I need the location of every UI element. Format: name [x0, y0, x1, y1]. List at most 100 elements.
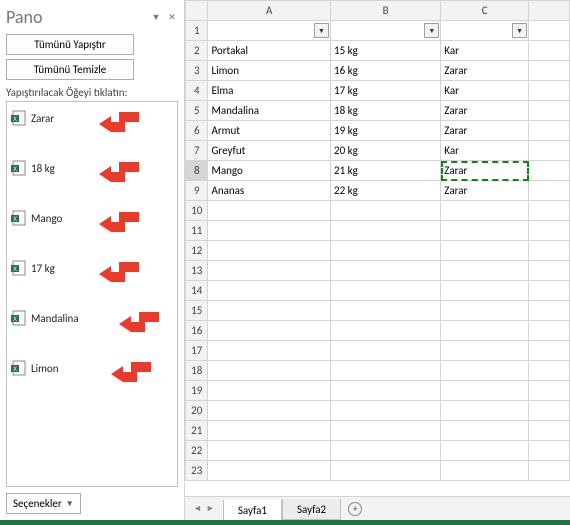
cell[interactable]: Mandalina: [208, 101, 331, 121]
cell[interactable]: Elma: [208, 81, 331, 101]
cell[interactable]: Portakal: [208, 41, 331, 61]
cell[interactable]: [441, 421, 529, 441]
cell[interactable]: [441, 221, 529, 241]
cell[interactable]: Armut: [208, 121, 331, 141]
row-header[interactable]: 16: [186, 321, 208, 341]
cell[interactable]: [208, 441, 331, 461]
cell[interactable]: [331, 441, 441, 461]
cell[interactable]: [529, 81, 570, 101]
cell[interactable]: 19 kg: [331, 121, 441, 141]
cell[interactable]: [441, 341, 529, 361]
cell[interactable]: Zarar: [441, 61, 529, 81]
table-header-cell[interactable]: Kar - Zarar▼: [441, 21, 529, 41]
cell[interactable]: [529, 341, 570, 361]
cell[interactable]: Zarar: [441, 121, 529, 141]
clipboard-item[interactable]: X Mandalina: [9, 304, 175, 354]
row-header[interactable]: 3: [186, 61, 208, 81]
clipboard-item[interactable]: X Mango: [9, 204, 175, 254]
cell[interactable]: [208, 461, 331, 481]
row-header[interactable]: 5: [186, 101, 208, 121]
cell[interactable]: [208, 301, 331, 321]
cell[interactable]: [529, 261, 570, 281]
cell[interactable]: [208, 381, 331, 401]
cell[interactable]: [441, 401, 529, 421]
row-header[interactable]: 19: [186, 381, 208, 401]
cell[interactable]: Zarar: [441, 181, 529, 201]
row-header[interactable]: 9: [186, 181, 208, 201]
cell[interactable]: [441, 261, 529, 281]
pane-close-icon[interactable]: ✕: [166, 11, 178, 23]
cell[interactable]: [529, 61, 570, 81]
cell[interactable]: 16 kg: [331, 61, 441, 81]
row-header[interactable]: 11: [186, 221, 208, 241]
row-header[interactable]: 7: [186, 141, 208, 161]
cell[interactable]: [441, 441, 529, 461]
cell[interactable]: [331, 361, 441, 381]
cell[interactable]: [331, 321, 441, 341]
row-header[interactable]: 20: [186, 401, 208, 421]
tab-nav-prev-icon[interactable]: ◄: [193, 503, 202, 514]
row-header[interactable]: 22: [186, 441, 208, 461]
cell[interactable]: Zarar: [441, 101, 529, 121]
cell[interactable]: [331, 201, 441, 221]
cell[interactable]: [208, 201, 331, 221]
cell[interactable]: Kar: [441, 41, 529, 61]
cell[interactable]: [529, 101, 570, 121]
column-header[interactable]: A: [208, 1, 331, 21]
cell[interactable]: Kar: [441, 141, 529, 161]
cell[interactable]: [331, 341, 441, 361]
row-header[interactable]: 6: [186, 121, 208, 141]
row-header[interactable]: 10: [186, 201, 208, 221]
cell[interactable]: [529, 21, 570, 41]
cell[interactable]: 20 kg: [331, 141, 441, 161]
tab-nav-next-icon[interactable]: ►: [206, 503, 215, 514]
cell[interactable]: [441, 461, 529, 481]
sheet-tab-1[interactable]: Sayfa1: [223, 500, 282, 520]
cell[interactable]: [529, 161, 570, 181]
cell[interactable]: [331, 421, 441, 441]
row-header[interactable]: 8: [186, 161, 208, 181]
cell[interactable]: [529, 441, 570, 461]
sheet-tab-2[interactable]: Sayfa2: [282, 499, 341, 520]
cell[interactable]: [208, 221, 331, 241]
cell[interactable]: 22 kg: [331, 181, 441, 201]
paste-all-button[interactable]: Tümünü Yapıştır: [6, 34, 134, 55]
row-header[interactable]: 23: [186, 461, 208, 481]
cell[interactable]: [441, 381, 529, 401]
cell[interactable]: [529, 421, 570, 441]
row-header[interactable]: 2: [186, 41, 208, 61]
column-header[interactable]: C: [441, 1, 529, 21]
cell[interactable]: [208, 261, 331, 281]
cell[interactable]: 17 kg: [331, 81, 441, 101]
cell[interactable]: [441, 361, 529, 381]
add-sheet-button[interactable]: +: [341, 497, 369, 520]
cell[interactable]: Kar: [441, 81, 529, 101]
cell[interactable]: [331, 261, 441, 281]
filter-dropdown-icon[interactable]: ▼: [512, 23, 527, 38]
select-all-corner[interactable]: [186, 1, 208, 21]
cell[interactable]: [529, 381, 570, 401]
options-button[interactable]: Seçenekler ▼: [6, 493, 81, 514]
cell[interactable]: 15 kg: [331, 41, 441, 61]
cell[interactable]: [529, 361, 570, 381]
cell[interactable]: [208, 361, 331, 381]
cell[interactable]: [529, 41, 570, 61]
cell[interactable]: [529, 181, 570, 201]
cell[interactable]: [208, 401, 331, 421]
cell[interactable]: [441, 201, 529, 221]
cell[interactable]: [331, 301, 441, 321]
row-header[interactable]: 15: [186, 301, 208, 321]
cell[interactable]: [529, 221, 570, 241]
row-header[interactable]: 12: [186, 241, 208, 261]
row-header[interactable]: 4: [186, 81, 208, 101]
column-header[interactable]: B: [331, 1, 441, 21]
row-header[interactable]: 14: [186, 281, 208, 301]
cell[interactable]: [529, 241, 570, 261]
cell[interactable]: [441, 301, 529, 321]
filter-dropdown-icon[interactable]: ▼: [424, 23, 439, 38]
cell[interactable]: [208, 241, 331, 261]
cell[interactable]: [529, 121, 570, 141]
cell[interactable]: [331, 241, 441, 261]
row-header[interactable]: 21: [186, 421, 208, 441]
row-header[interactable]: 1: [186, 21, 208, 41]
